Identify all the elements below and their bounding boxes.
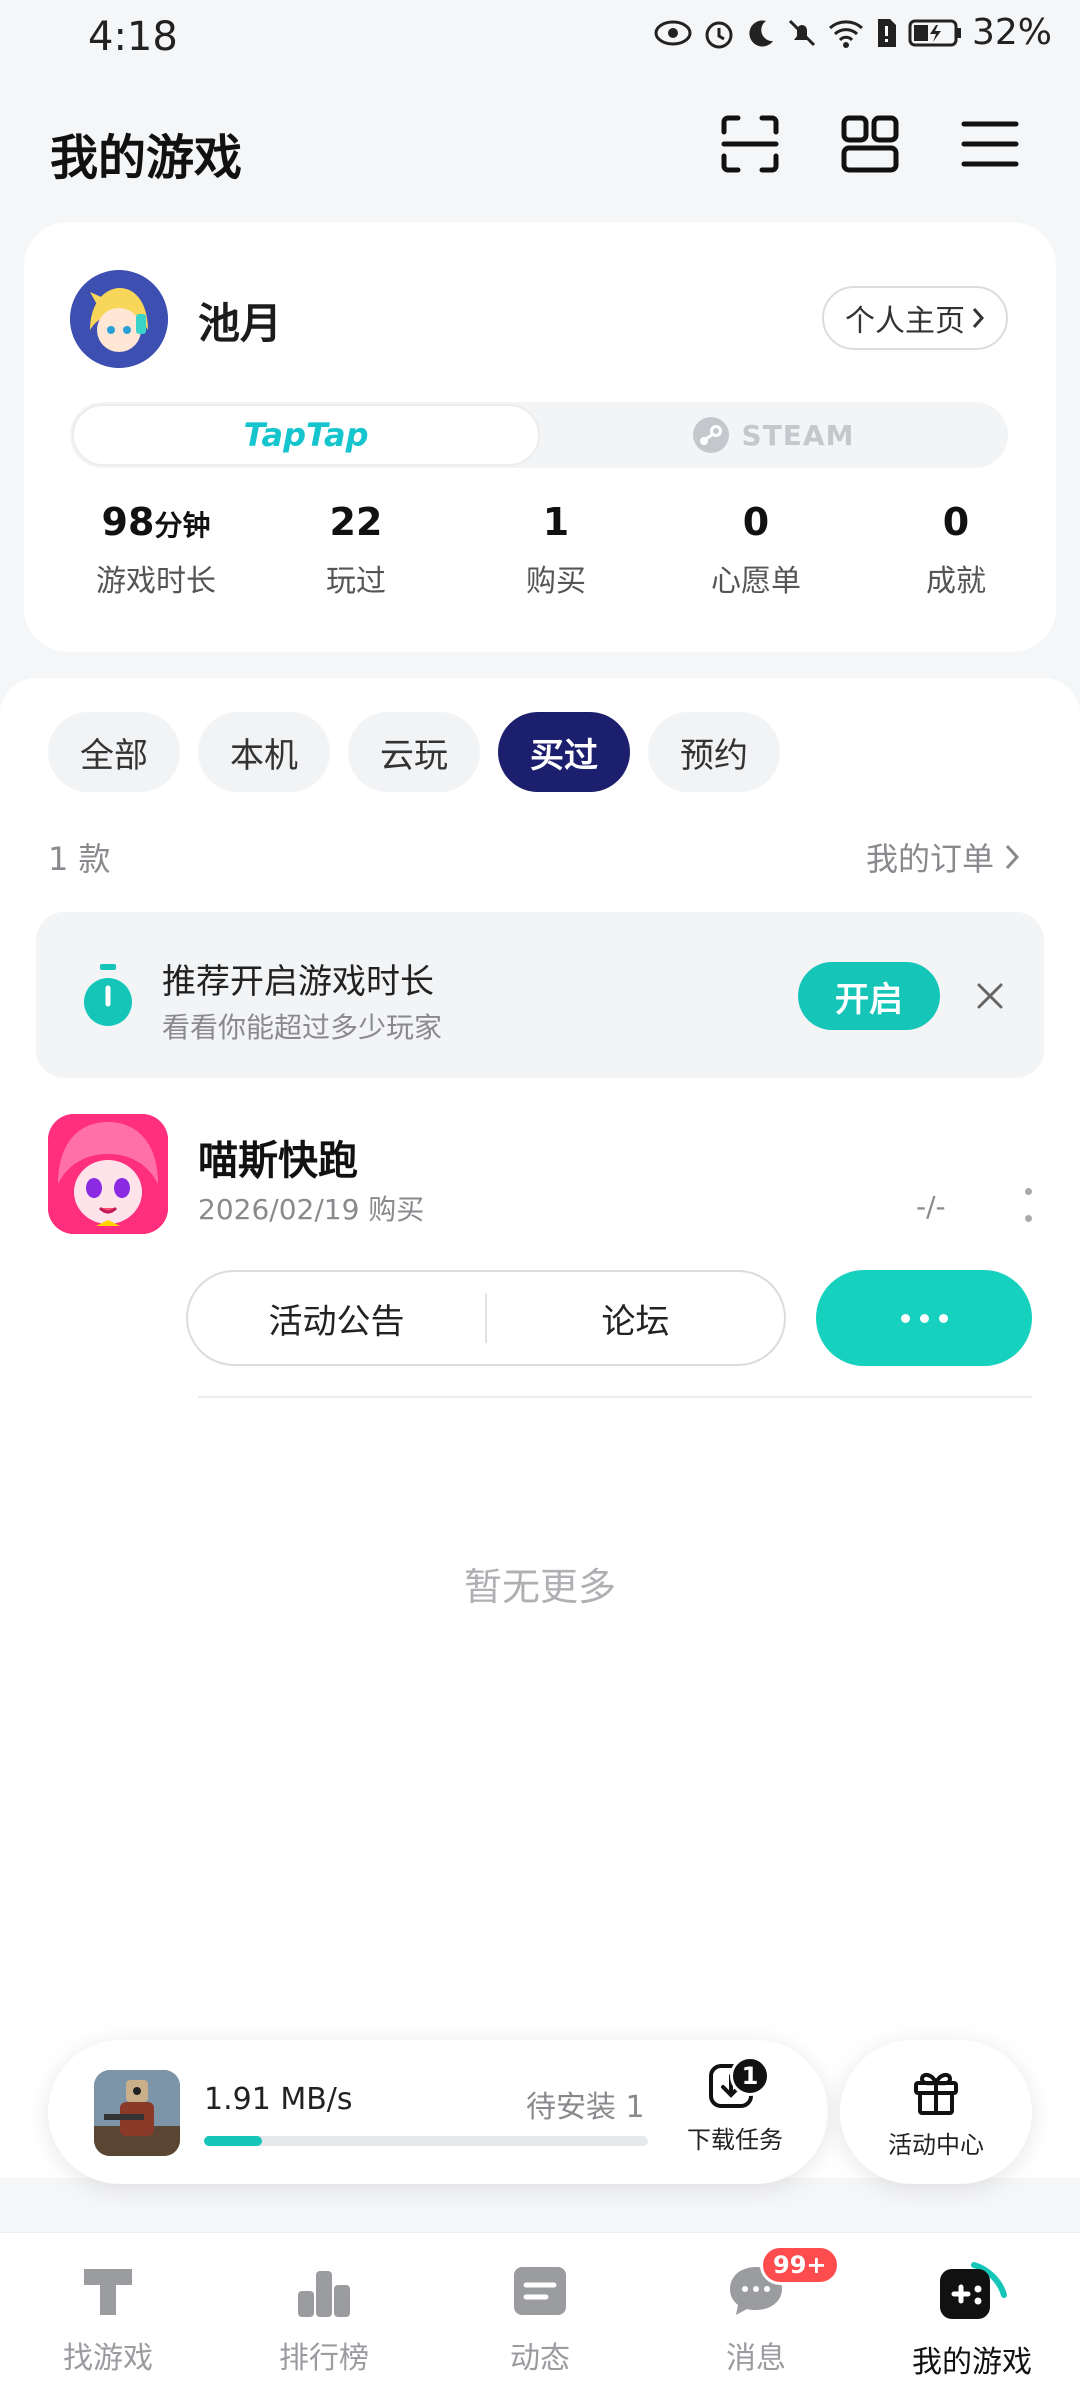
filter-chip-cloud[interactable]: 云玩 — [348, 712, 480, 792]
game-icon[interactable] — [48, 1114, 168, 1234]
stat-wishlist[interactable]: 0 心愿单 — [656, 500, 856, 600]
download-tasks-label: 下载任务 — [687, 2126, 783, 2154]
alarm-icon — [705, 21, 733, 48]
download-game-thumbnail — [94, 2070, 180, 2156]
filter-chip-all[interactable]: 全部 — [48, 712, 180, 792]
wifi-icon — [828, 19, 863, 48]
platform-steam-tab[interactable]: STEAM — [540, 404, 1006, 466]
steam-label: STEAM — [741, 418, 855, 452]
stat-label: 购买 — [526, 564, 586, 599]
eye-icon — [654, 20, 692, 45]
gift-icon — [914, 2072, 958, 2115]
mute-bell-icon — [788, 19, 816, 46]
gamepad-icon — [940, 2262, 1007, 2319]
nav-feed[interactable]: 动态 — [432, 2233, 648, 2400]
game-actions-group: 活动公告 论坛 — [186, 1270, 786, 1366]
battery-icon — [908, 19, 961, 46]
layout-grid-icon[interactable] — [838, 112, 902, 176]
stat-value: 0 — [942, 500, 970, 544]
announcement-button[interactable]: 活动公告 — [188, 1294, 485, 1343]
moon-icon — [749, 19, 773, 46]
pending-install: 待安装 1 — [526, 2090, 645, 2125]
nav-messages[interactable]: 消息 99+ — [648, 2233, 864, 2400]
nav-label: 找游戏 — [63, 2341, 153, 2376]
messages-badge: 99+ — [760, 2245, 840, 2285]
discover-icon — [84, 2269, 132, 2315]
stat-label: 成就 — [926, 564, 986, 599]
download-count-badge: 1 — [730, 2056, 770, 2096]
divider — [198, 1396, 1032, 1398]
events-center-label: 活动中心 — [888, 2130, 984, 2159]
bottom-nav: 找游戏 排行榜 动态 消息 99+ 我的游戏 — [0, 2232, 1080, 2400]
nav-label: 消息 — [726, 2341, 786, 2376]
forum-button[interactable]: 论坛 — [487, 1294, 784, 1343]
taptap-logo: TapTap — [243, 416, 369, 454]
game-score: -/- — [916, 1190, 946, 1223]
filter-chip-local[interactable]: 本机 — [198, 712, 330, 792]
download-speed: 1.91 MB/s — [204, 2082, 353, 2117]
stat-purchased[interactable]: 1 购买 — [456, 500, 656, 600]
game-count: 1 款 — [48, 840, 111, 878]
nav-label: 我的游戏 — [912, 2345, 1032, 2380]
stat-value: 1 — [542, 500, 570, 544]
homepage-button[interactable]: 个人主页 — [822, 286, 1008, 350]
chevron-right-icon — [1005, 844, 1020, 870]
more-options-icon[interactable] — [1022, 1188, 1034, 1222]
my-orders-link[interactable]: 我的订单 — [866, 834, 1020, 880]
banner-subtitle: 看看你能超过多少玩家 — [162, 1011, 443, 1044]
battery-percent: 32% — [971, 12, 1052, 53]
stat-value: 0 — [742, 500, 770, 544]
game-more-button[interactable] — [816, 1270, 1032, 1366]
steam-icon — [692, 417, 729, 453]
homepage-label: 个人主页 — [845, 304, 965, 339]
stat-label: 玩过 — [326, 564, 386, 599]
stat-value: 98 — [101, 500, 155, 544]
status-time: 4:18 — [88, 14, 178, 60]
stat-value: 22 — [329, 500, 383, 544]
rankings-icon — [298, 2271, 350, 2317]
stopwatch-icon — [80, 964, 136, 1028]
download-progress-track — [204, 2136, 648, 2146]
nav-label: 动态 — [510, 2341, 570, 2376]
chevron-right-icon — [972, 308, 985, 328]
scan-icon[interactable] — [718, 112, 782, 176]
platform-taptap-tab[interactable]: TapTap — [72, 404, 540, 466]
stat-label: 心愿单 — [711, 564, 801, 599]
download-progress-fill — [204, 2136, 262, 2146]
nav-my-games[interactable]: 我的游戏 — [864, 2233, 1080, 2400]
page-title: 我的游戏 — [50, 130, 243, 186]
filter-chip-purchased[interactable]: 买过 — [498, 712, 630, 792]
stat-achievements[interactable]: 0 成就 — [856, 500, 1056, 600]
my-orders-label: 我的订单 — [865, 840, 994, 878]
banner-title: 推荐开启游戏时长 — [162, 962, 434, 1002]
status-icons: 32% — [654, 12, 1052, 53]
list-end-text: 暂无更多 — [463, 1565, 616, 1609]
close-icon[interactable] — [966, 972, 1014, 1020]
game-name[interactable]: 喵斯快跑 — [198, 1128, 358, 1186]
purchase-date: 2026/02/19 购买 — [198, 1193, 425, 1226]
nav-rankings[interactable]: 排行榜 — [216, 2233, 432, 2400]
username: 池月 — [198, 299, 283, 348]
filter-chip-reserved[interactable]: 预约 — [648, 712, 780, 792]
stat-playtime[interactable]: 98分钟 游戏时长 — [56, 500, 256, 600]
events-center-button[interactable]: 活动中心 — [840, 2040, 1032, 2184]
enable-button[interactable]: 开启 — [798, 962, 940, 1030]
feed-icon — [514, 2267, 566, 2315]
avatar[interactable] — [70, 270, 168, 368]
menu-icon[interactable] — [958, 112, 1022, 176]
nav-label: 排行榜 — [279, 2341, 369, 2376]
sim-alert-icon — [877, 18, 896, 47]
game-list-panel — [0, 678, 1080, 2178]
stat-played[interactable]: 22 玩过 — [256, 500, 456, 600]
stat-label: 游戏时长 — [96, 564, 216, 599]
stat-unit: 分钟 — [154, 509, 211, 542]
nav-discover[interactable]: 找游戏 — [0, 2233, 216, 2400]
